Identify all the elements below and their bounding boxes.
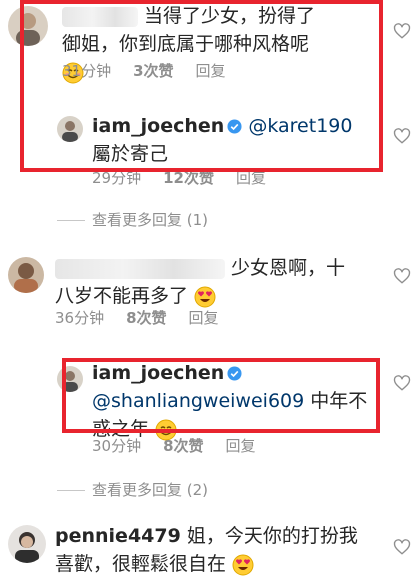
- heart-eyes-emoji: [194, 286, 216, 307]
- verified-badge-icon: [227, 119, 242, 134]
- comment-meta: 29分钟 12次赞 回复: [92, 168, 288, 188]
- like-count[interactable]: 8次赞: [126, 309, 166, 327]
- heart-outline-icon[interactable]: [393, 374, 411, 392]
- heart-outline-icon[interactable]: [393, 538, 411, 556]
- username[interactable]: pennie4479: [55, 525, 181, 547]
- blurred-username[interactable]: [55, 258, 225, 279]
- mention-link[interactable]: @karet190: [248, 115, 352, 137]
- avatar[interactable]: [57, 116, 83, 142]
- view-more-line: [57, 490, 85, 491]
- comment-text: 少女恩啊，十八岁不能再多了: [55, 254, 355, 310]
- heart-outline-icon[interactable]: [393, 267, 411, 285]
- reply-button[interactable]: 回复: [189, 309, 219, 327]
- comment-time: 31分钟: [62, 62, 112, 80]
- username[interactable]: iam_joechen: [92, 362, 224, 384]
- comment-body: 屬於寄己: [92, 143, 169, 165]
- reply-button[interactable]: 回复: [226, 437, 256, 455]
- heart-outline-icon[interactable]: [393, 127, 411, 145]
- heart-outline-icon[interactable]: [393, 22, 411, 40]
- comment-text: pennie4479 姐，今天你的打扮我喜歡，很輕鬆很自在: [55, 522, 365, 578]
- comment-time: 36分钟: [55, 309, 105, 327]
- comment-meta: 30分钟 8次赞 回复: [92, 436, 278, 456]
- username[interactable]: iam_joechen: [92, 115, 224, 137]
- comment-text: iam_joechen @shanliangweiwei609 中年不惑之年: [92, 359, 382, 443]
- verified-badge-icon: [227, 366, 242, 381]
- view-more-replies-button[interactable]: 查看更多回复 (2): [92, 480, 208, 500]
- mention-link[interactable]: @shanliangweiwei609: [92, 390, 304, 412]
- reply-button[interactable]: 回复: [236, 169, 266, 187]
- like-count[interactable]: 8次赞: [163, 437, 203, 455]
- avatar[interactable]: [57, 366, 83, 392]
- comment-text: iam_joechen @karet190 屬於寄己: [92, 112, 372, 168]
- view-more-line: [57, 220, 85, 221]
- comment-time: 29分钟: [92, 169, 142, 187]
- avatar[interactable]: [8, 257, 44, 293]
- avatar[interactable]: [8, 525, 46, 563]
- blurred-username[interactable]: [62, 6, 138, 27]
- view-more-replies-button[interactable]: 查看更多回复 (1): [92, 210, 208, 230]
- heart-eyes-emoji: [232, 554, 254, 575]
- avatar[interactable]: [8, 6, 48, 46]
- comment-time: 30分钟: [92, 437, 142, 455]
- comment-meta: 31分钟 3次赞 回复: [62, 61, 248, 81]
- reply-button[interactable]: 回复: [196, 62, 226, 80]
- comment-meta: 36分钟 8次赞 回复: [55, 308, 241, 328]
- like-count[interactable]: 12次赞: [163, 169, 214, 187]
- like-count[interactable]: 3次赞: [133, 62, 173, 80]
